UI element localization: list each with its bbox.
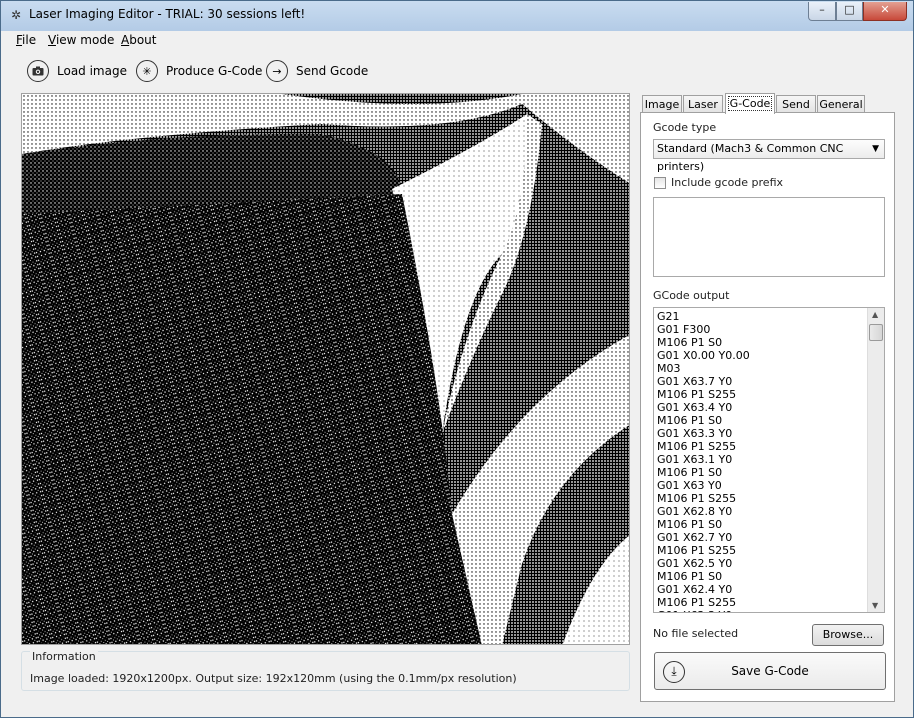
gcode-line: G01 X62.3 Y0 bbox=[657, 609, 750, 612]
load-image-button[interactable]: Load image bbox=[27, 57, 127, 85]
save-gcode-button[interactable]: ⤓ Save G-Code bbox=[654, 652, 886, 690]
close-button[interactable]: ✕ bbox=[863, 2, 907, 21]
information-group: Information Image loaded: 1920x1200px. O… bbox=[21, 650, 630, 691]
gcode-line: M106 P1 S255 bbox=[657, 440, 737, 453]
file-status: No file selected bbox=[653, 627, 739, 640]
gcode-line: M03 bbox=[657, 362, 681, 375]
gcode-line: G01 X62.5 Y0 bbox=[657, 557, 733, 570]
gcode-line: G01 X62.8 Y0 bbox=[657, 505, 733, 518]
tab-send[interactable]: Send bbox=[776, 95, 816, 113]
tab-general-label: General bbox=[819, 98, 863, 111]
menu-file-label: ile bbox=[22, 33, 37, 47]
gcode-type-value: Standard (Mach3 & Common CNC printers) bbox=[657, 142, 844, 173]
menu-file[interactable]: File bbox=[16, 33, 36, 47]
gcode-line: M106 P1 S255 bbox=[657, 544, 737, 557]
dithered-image bbox=[22, 94, 629, 644]
include-prefix-checkbox[interactable] bbox=[654, 177, 666, 189]
tab-send-label: Send bbox=[782, 98, 810, 111]
dropdown-arrow-icon: ▼ bbox=[872, 144, 879, 154]
arrow-right-icon: → bbox=[266, 60, 288, 82]
load-image-label: Load image bbox=[57, 64, 127, 78]
app-window: ✲ Laser Imaging Editor - TRIAL: 30 sessi… bbox=[0, 0, 914, 718]
gcode-output-label: GCode output bbox=[653, 289, 730, 302]
information-legend: Information bbox=[30, 650, 98, 663]
gcode-line: M106 P1 S0 bbox=[657, 518, 723, 531]
gcode-output-scrollbar[interactable]: ▲ ▼ bbox=[867, 308, 884, 612]
include-prefix-label[interactable]: Include gcode prefix bbox=[671, 176, 783, 189]
gcode-line: G01 X63 Y0 bbox=[657, 479, 722, 492]
send-gcode-label: Send Gcode bbox=[296, 64, 369, 78]
gcode-type-select[interactable]: Standard (Mach3 & Common CNC printers) ▼ bbox=[653, 139, 885, 173]
gcode-line: G01 X62.7 Y0 bbox=[657, 531, 733, 544]
send-gcode-button[interactable]: → Send Gcode bbox=[266, 57, 368, 85]
save-gcode-label: Save G-Code bbox=[731, 664, 809, 678]
window-title: Laser Imaging Editor - TRIAL: 30 session… bbox=[29, 7, 306, 21]
gcode-line: G01 X63.3 Y0 bbox=[657, 427, 733, 440]
tab-laser-label: Laser bbox=[688, 98, 718, 111]
gcode-line: M106 P1 S0 bbox=[657, 336, 723, 349]
gcode-output-textarea[interactable]: G21 G01 F300 M106 P1 S0 G01 X0.00 Y0.00 M03 G… bbox=[653, 307, 885, 613]
scroll-thumb[interactable] bbox=[869, 324, 883, 341]
menu-view-accesskey: V bbox=[48, 33, 56, 47]
gcode-panel: Gcode type Standard (Mach3 & Common CNC … bbox=[640, 112, 895, 702]
camera-icon bbox=[27, 60, 49, 82]
menu-view-label: iew mode bbox=[55, 33, 115, 47]
tab-gcode-label: G-Code bbox=[727, 96, 773, 111]
scroll-down-icon[interactable]: ▼ bbox=[872, 601, 878, 610]
window-controls: – □ ✕ bbox=[808, 2, 907, 21]
image-preview[interactable] bbox=[21, 93, 630, 645]
gcode-line: G01 F300 bbox=[657, 323, 711, 336]
menu-about-accesskey: A bbox=[121, 33, 130, 47]
browse-button[interactable]: Browse... bbox=[812, 624, 884, 646]
gcode-line: M106 P1 S0 bbox=[657, 570, 723, 583]
gcode-line: M106 P1 S0 bbox=[657, 466, 723, 479]
gcode-line: M106 P1 S255 bbox=[657, 388, 737, 401]
produce-gcode-button[interactable]: ✳ Produce G-Code bbox=[136, 57, 262, 85]
gcode-line: G01 X62.4 Y0 bbox=[657, 583, 733, 596]
information-text: Image loaded: 1920x1200px. Output size: … bbox=[30, 672, 517, 685]
gcode-line: G01 X0.00 Y0.00 bbox=[657, 349, 750, 362]
gcode-output-lines: G21 G01 F300 M106 P1 S0 G01 X0.00 Y0.00 M03 G… bbox=[657, 310, 750, 612]
toolbar: Load image ✳ Produce G-Code → Send Gcode bbox=[1, 53, 913, 89]
tab-image-label: Image bbox=[644, 98, 680, 111]
gcode-line: G01 X63.7 Y0 bbox=[657, 375, 733, 388]
tab-laser[interactable]: Laser bbox=[683, 95, 723, 113]
scroll-up-icon[interactable]: ▲ bbox=[872, 310, 878, 319]
menu-about[interactable]: About bbox=[121, 33, 157, 47]
app-icon: ✲ bbox=[10, 8, 22, 22]
gcode-line: G01 X63.1 Y0 bbox=[657, 453, 733, 466]
maximize-button[interactable]: □ bbox=[836, 2, 863, 21]
gcode-line: M106 P1 S0 bbox=[657, 414, 723, 427]
tab-image[interactable]: Image bbox=[642, 95, 682, 113]
tab-general[interactable]: General bbox=[817, 95, 865, 113]
asterisk-icon: ✳ bbox=[136, 60, 158, 82]
menu-view-mode[interactable]: View mode bbox=[48, 33, 114, 47]
tab-gcode[interactable]: G-Code bbox=[725, 93, 775, 114]
gcode-type-label: Gcode type bbox=[653, 121, 717, 134]
menu-bar: File View mode About bbox=[1, 31, 913, 51]
gcode-line: G21 bbox=[657, 310, 680, 323]
minimize-button[interactable]: – bbox=[808, 2, 836, 21]
gcode-line: M106 P1 S255 bbox=[657, 596, 737, 609]
gcode-prefix-textarea[interactable] bbox=[653, 197, 885, 277]
menu-about-label: bout bbox=[129, 33, 157, 47]
gcode-line: G01 X63.4 Y0 bbox=[657, 401, 733, 414]
title-bar[interactable]: ✲ Laser Imaging Editor - TRIAL: 30 sessi… bbox=[1, 1, 913, 31]
gcode-line: M106 P1 S255 bbox=[657, 492, 737, 505]
produce-gcode-label: Produce G-Code bbox=[166, 64, 263, 78]
